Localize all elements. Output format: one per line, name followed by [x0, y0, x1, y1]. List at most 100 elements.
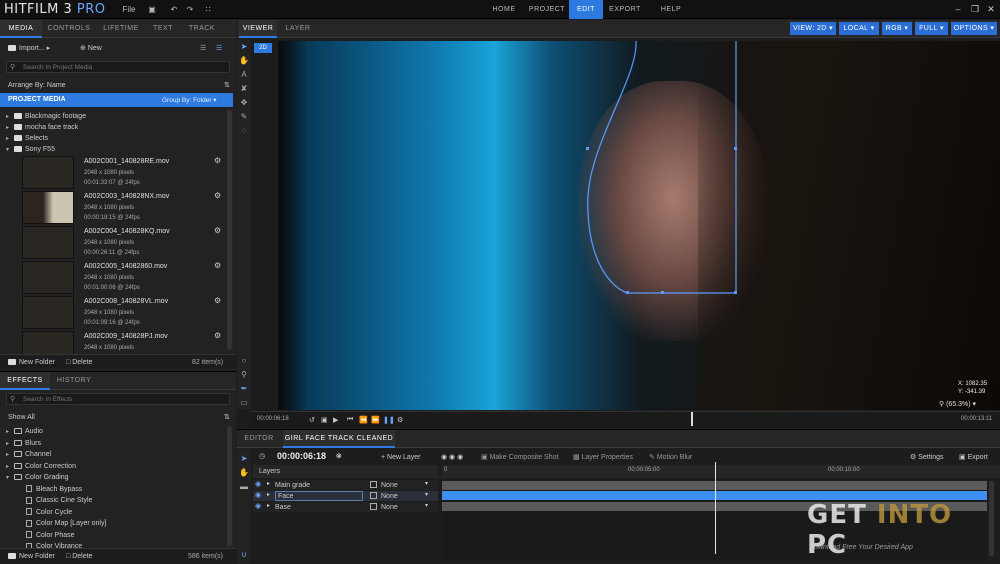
redo-icon[interactable]: ↷: [184, 3, 196, 16]
slip-tool-icon[interactable]: ▬: [237, 481, 251, 493]
media-scrollbar[interactable]: [227, 110, 232, 350]
gear-icon[interactable]: ⚙: [214, 296, 221, 305]
loop-icon[interactable]: ↺: [309, 416, 315, 424]
folder-row[interactable]: ▸ Selects: [6, 133, 48, 144]
tab-history[interactable]: HISTORY: [52, 372, 96, 390]
brush-tool-icon[interactable]: ✒: [237, 383, 251, 395]
show-all-filter[interactable]: Show All: [8, 412, 35, 423]
eraser-tool-icon[interactable]: ▭: [237, 397, 251, 409]
media-file-item[interactable]: A002C003_140828NX.mov 2048 x 1080 pixels…: [0, 191, 226, 225]
timeline-playhead[interactable]: [714, 462, 716, 554]
select-tool-icon[interactable]: ➤: [237, 41, 251, 53]
tab-viewer[interactable]: VIEWER: [239, 20, 277, 38]
video-frame[interactable]: X: 1082.35 Y: -341.39: [278, 41, 1000, 410]
hand-tool-icon[interactable]: ✋: [237, 55, 251, 67]
eye-icon[interactable]: ◉: [255, 502, 261, 510]
effect-item[interactable]: Color Map [Layer only]: [26, 518, 106, 529]
media-file-item[interactable]: A002C004_140828KQ.mov 2048 x 1080 pixels…: [0, 226, 226, 260]
effect-category[interactable]: ▸ Color Correction: [6, 461, 76, 472]
motion-blur-button[interactable]: ✎ Motion Blur: [649, 452, 692, 463]
detail-view-icon[interactable]: ☰: [216, 43, 222, 54]
effects-scrollbar[interactable]: [227, 426, 232, 546]
sort-icon[interactable]: ⇅: [224, 80, 230, 91]
magnet-tool-icon[interactable]: ∪: [237, 549, 251, 561]
solo-checkbox[interactable]: [370, 503, 377, 510]
layer-row[interactable]: ◉ ▸ Main grade None ▾: [253, 480, 438, 490]
effect-item[interactable]: Bleach Bypass: [26, 484, 82, 495]
gear-icon[interactable]: ⚙: [214, 331, 221, 340]
move-tool-icon[interactable]: ✥: [237, 97, 251, 109]
folder-row[interactable]: ▾ Sony F55: [6, 144, 55, 155]
folder-row[interactable]: ▸ Blackmagic footage: [6, 111, 86, 122]
nav-edit[interactable]: EDIT: [569, 0, 603, 19]
gear-icon[interactable]: ⚙: [214, 226, 221, 235]
text-tool-icon[interactable]: A: [237, 69, 251, 81]
layer-properties-button[interactable]: ▩ Layer Properties: [573, 452, 633, 463]
effects-search[interactable]: ⚲ Search In Effects: [6, 393, 230, 405]
zoom-tool-icon[interactable]: ⚲: [237, 369, 251, 381]
layer-row[interactable]: ◉ ▸ Face None ▾: [253, 491, 438, 501]
nav-home[interactable]: HOME: [483, 0, 525, 19]
delete-button[interactable]: □ Delete: [66, 551, 92, 562]
screen-icon[interactable]: ▣: [321, 416, 328, 424]
blend-mode-dropdown[interactable]: None: [381, 491, 398, 502]
group-by-dropdown[interactable]: Group By: Folder ▾: [162, 96, 217, 104]
undo-icon[interactable]: ↶: [168, 3, 180, 16]
face-mask-overlay[interactable]: [278, 41, 1000, 410]
minimize-icon[interactable]: –: [950, 0, 966, 19]
folder-row[interactable]: ▸ mocha face track: [6, 122, 78, 133]
new-button[interactable]: ⊕ New: [80, 43, 102, 54]
blend-mode-dropdown[interactable]: None: [381, 480, 398, 491]
eye-icon[interactable]: ◉: [255, 480, 261, 488]
transform-tool-icon[interactable]: ✘: [237, 83, 251, 95]
tab-editor[interactable]: EDITOR: [239, 430, 279, 448]
pause-icon[interactable]: ❚❚: [383, 416, 395, 424]
tab-lifetime[interactable]: LIFETIME: [98, 20, 144, 38]
step-forward-icon[interactable]: ⏩: [371, 416, 380, 424]
options-dropdown[interactable]: OPTIONS ▾: [951, 22, 997, 35]
solo-checkbox[interactable]: [370, 492, 377, 499]
effect-category[interactable]: ▸ Channel: [6, 449, 51, 460]
tab-composite[interactable]: GIRL FACE TRACK CLEANED ⊗: [283, 430, 395, 460]
expand-icon[interactable]: ▸: [267, 491, 270, 498]
sort-icon[interactable]: ⇅: [224, 412, 230, 423]
viewer-playhead[interactable]: [690, 412, 693, 426]
restore-icon[interactable]: ❐: [967, 0, 983, 19]
timeline-ruler[interactable]: 0 00:00:05:00 00:00:10:00: [442, 465, 1000, 478]
tab-track[interactable]: TRACK: [184, 20, 220, 38]
quality-dropdown[interactable]: FULL ▾: [915, 22, 948, 35]
file-menu[interactable]: File: [118, 3, 140, 16]
delete-button[interactable]: □ Delete: [66, 357, 92, 368]
pen-tool-icon[interactable]: ✎: [237, 111, 251, 123]
expand-icon[interactable]: ▸: [267, 480, 270, 487]
chevron-down-icon[interactable]: ▾: [425, 491, 428, 498]
eye-icon[interactable]: ◉: [255, 491, 261, 499]
tab-effects[interactable]: EFFECTS: [0, 372, 50, 390]
effect-item[interactable]: Color Phase: [26, 530, 75, 541]
tab-controls[interactable]: CONTROLS: [44, 20, 94, 38]
tab-layer[interactable]: LAYER: [281, 20, 315, 38]
new-folder-button[interactable]: New Folder: [8, 551, 55, 562]
export-button[interactable]: ▣ Export: [959, 452, 988, 463]
make-composite-button[interactable]: ▣ Make Composite Shot: [481, 452, 558, 463]
grid-icon[interactable]: ∷: [202, 3, 214, 16]
chevron-down-icon[interactable]: ▾: [425, 480, 428, 487]
media-search[interactable]: ⚲ Search In Project Media: [6, 61, 230, 73]
tab-text[interactable]: TEXT: [148, 20, 178, 38]
hand-tool-icon[interactable]: ✋: [237, 467, 251, 479]
go-start-icon[interactable]: ⏮: [347, 416, 353, 424]
solo-checkbox[interactable]: [370, 481, 377, 488]
bulb-tool-icon[interactable]: ○: [237, 355, 251, 367]
effect-category[interactable]: ▸ Blurs: [6, 438, 41, 449]
media-file-item[interactable]: A002C008_140828VL.mov 2048 x 1080 pixels…: [0, 296, 226, 330]
step-back-icon[interactable]: ⏪: [359, 416, 368, 424]
new-layer-button[interactable]: + New Layer: [381, 452, 421, 463]
new-folder-button[interactable]: New Folder: [8, 357, 55, 368]
gear-icon[interactable]: ⚙: [214, 261, 221, 270]
nav-help[interactable]: HELP: [650, 0, 692, 19]
effect-category[interactable]: ▸ Audio: [6, 426, 43, 437]
arrange-by[interactable]: Arrange By: Name: [8, 80, 66, 91]
orbit-tool-icon[interactable]: ◌: [237, 125, 251, 137]
timecode[interactable]: 00:00:06:18: [277, 451, 326, 461]
audio-icon[interactable]: ▶: [333, 416, 338, 424]
